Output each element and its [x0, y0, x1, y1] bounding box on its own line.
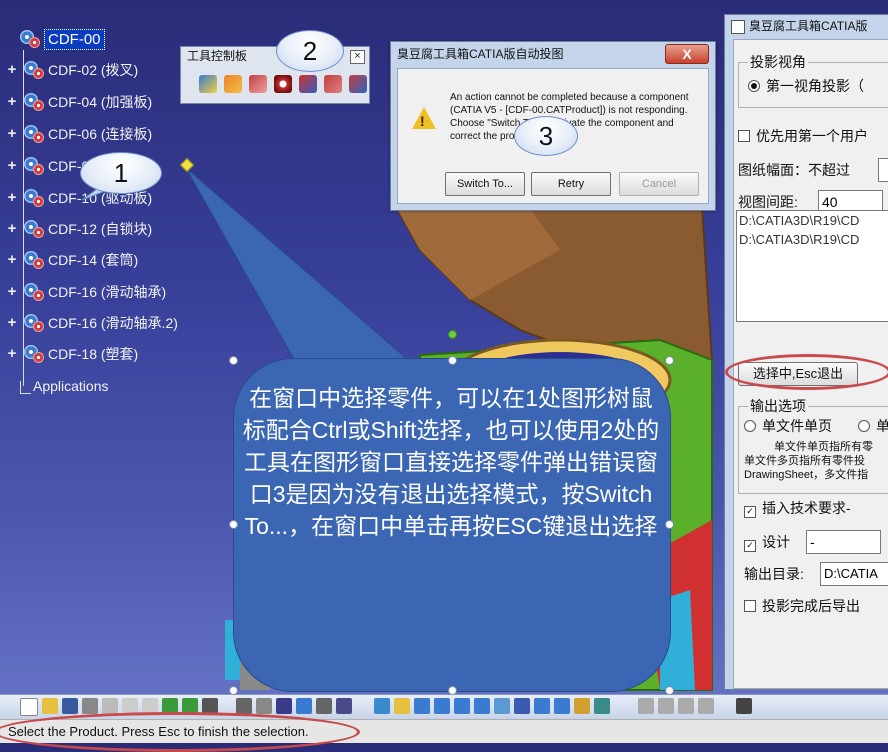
checkbox-icon[interactable]: [738, 130, 750, 142]
multi-view-icon[interactable]: [514, 698, 530, 714]
single-page-option[interactable]: 单文件单页: [744, 416, 832, 436]
switch-to-button[interactable]: Switch To...: [445, 172, 525, 196]
resize-handle[interactable]: [448, 356, 457, 365]
cut-icon[interactable]: [102, 698, 118, 714]
highlight-ellipse: [0, 712, 360, 752]
toolbox-title: 臭豆腐工具箱CATIA版: [725, 15, 888, 37]
parameters-icon[interactable]: [336, 698, 352, 714]
first-angle-option[interactable]: 第一视角投影（: [748, 76, 864, 96]
part-select-icon[interactable]: [249, 75, 267, 93]
design-option[interactable]: ✓ 设计: [744, 532, 790, 552]
path-item[interactable]: D:\CATIA3D\R19\CD: [737, 230, 888, 249]
scissors-icon[interactable]: [299, 75, 317, 93]
separator: [222, 698, 232, 714]
iso-view-icon[interactable]: [534, 698, 550, 714]
checkbox-icon[interactable]: ✓: [744, 540, 756, 552]
fit-all-icon[interactable]: [394, 698, 410, 714]
toolbox-window: 臭豆腐工具箱CATIA版 投影视角 第一视角投影（ 优先用第一个用户 图纸幅面：…: [724, 14, 888, 690]
tree-icon[interactable]: [296, 698, 312, 714]
retry-button[interactable]: Retry: [531, 172, 611, 196]
resize-handle[interactable]: [229, 520, 238, 529]
export-after-option[interactable]: 投影完成后导出: [744, 596, 860, 616]
single-page-label: 单文件单页: [762, 418, 832, 434]
projection-group-label: 投影视角: [748, 52, 808, 72]
open-icon[interactable]: [42, 698, 58, 714]
separator: [614, 698, 634, 714]
output-dir-input[interactable]: D:\CATIA: [820, 562, 888, 586]
radio-icon[interactable]: [744, 420, 756, 432]
toolbox-title-text: 臭豆腐工具箱CATIA版: [749, 19, 868, 33]
knowledge-icon[interactable]: [256, 698, 272, 714]
fly-icon[interactable]: [374, 698, 390, 714]
highlight-ellipse: [725, 354, 888, 390]
checkbox-icon[interactable]: ✓: [744, 506, 756, 518]
pan-icon[interactable]: [414, 698, 430, 714]
dialog-close-button[interactable]: X: [665, 44, 709, 64]
table-icon[interactable]: [276, 698, 292, 714]
paper-size-label: 图纸幅面：不超过: [738, 162, 850, 178]
prefer-user-option[interactable]: 优先用第一个用户: [738, 126, 868, 146]
warning-mark: !: [420, 113, 425, 129]
callout-bubble-1: 1: [80, 152, 162, 194]
other-page-option[interactable]: 单: [858, 416, 888, 436]
rotate-icon[interactable]: [434, 698, 450, 714]
design-input[interactable]: -: [806, 530, 881, 554]
design-label: 设计: [762, 534, 790, 550]
spacing-label: 视图间距:: [738, 194, 798, 210]
separator: [718, 698, 732, 714]
snap-icon[interactable]: [638, 698, 654, 714]
explode-icon[interactable]: [678, 698, 694, 714]
lock-icon[interactable]: [316, 698, 332, 714]
folder-icon[interactable]: [224, 75, 242, 93]
paper-size-select[interactable]: [878, 158, 888, 182]
output-desc: DrawingSheet，多文件指: [744, 469, 869, 481]
radio-icon[interactable]: [858, 420, 870, 432]
export-after-label: 投影完成后导出: [762, 598, 860, 614]
window-icon: [731, 20, 745, 34]
resize-handle[interactable]: [665, 356, 674, 365]
callout-bubble-2: 2: [276, 30, 344, 72]
new-icon[interactable]: [20, 698, 38, 716]
radio-icon[interactable]: [748, 80, 760, 92]
path-list[interactable]: D:\CATIA3D\R19\CD D:\CATIA3D\R19\CD: [736, 210, 888, 322]
zoom-in-icon[interactable]: [454, 698, 470, 714]
insert-tech-label: 插入技术要求-: [762, 500, 851, 516]
insert-tech-option[interactable]: ✓ 插入技术要求-: [744, 498, 851, 518]
close-icon[interactable]: ×: [350, 50, 365, 64]
print-icon[interactable]: [82, 698, 98, 714]
swap-visible-icon[interactable]: [594, 698, 610, 714]
output-dir-label: 输出目录:: [744, 566, 804, 582]
select-arrow-icon[interactable]: [199, 75, 217, 93]
target-icon[interactable]: [274, 75, 292, 93]
output-group-label: 输出选项: [748, 396, 808, 416]
constraint-icon[interactable]: [698, 698, 714, 714]
hide-show-icon[interactable]: [574, 698, 590, 714]
shading-icon[interactable]: [554, 698, 570, 714]
checkbox-icon[interactable]: [744, 600, 756, 612]
camera-icon[interactable]: [736, 698, 752, 714]
formula-icon[interactable]: [236, 698, 252, 714]
path-item[interactable]: D:\CATIA3D\R19\CD: [737, 211, 888, 230]
cancel-button[interactable]: Cancel: [619, 172, 699, 196]
move-icon[interactable]: [658, 698, 674, 714]
rotate-handle[interactable]: [448, 330, 457, 339]
component-icon[interactable]: [324, 75, 342, 93]
separator: [356, 698, 370, 714]
instruction-text: 在窗口中选择零件，可以在1处图形树鼠标配合Ctrl或Shift选择，也可以使用2…: [242, 385, 660, 539]
export-icon[interactable]: [349, 75, 367, 93]
save-icon[interactable]: [62, 698, 78, 714]
resize-handle[interactable]: [665, 520, 674, 529]
prefer-user-label: 优先用第一个用户: [756, 128, 868, 144]
resize-handle[interactable]: [229, 356, 238, 365]
other-page-label: 单: [876, 418, 888, 434]
callout-bubble-3: 3: [514, 116, 578, 156]
normal-view-icon[interactable]: [494, 698, 510, 714]
first-angle-label: 第一视角投影（: [766, 78, 864, 94]
zoom-out-icon[interactable]: [474, 698, 490, 714]
